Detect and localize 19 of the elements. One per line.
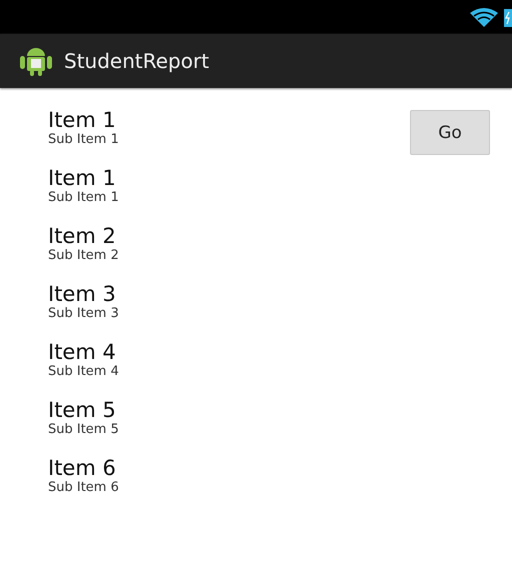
item-title: Item 1 [48,166,117,190]
item-subtitle: Sub Item 6 [48,480,120,496]
item-subtitle: Sub Item 1 [48,190,120,206]
go-button[interactable]: Go [410,110,490,155]
wifi-icon [469,7,499,27]
item-subtitle: Sub Item 2 [48,248,120,264]
item-title: Item 3 [48,282,117,306]
item-title: Item 4 [48,340,117,364]
item-subtitle: Sub Item 4 [48,364,120,380]
item-subtitle: Sub Item 3 [48,306,120,322]
item-title: Item 2 [48,224,117,248]
item-subtitle: Sub Item 5 [48,422,120,438]
app-title: StudentReport [64,49,210,73]
item-title: Item 6 [48,456,117,480]
battery-icon [504,7,512,27]
android-robot-icon [20,46,52,76]
item-subtitle: Sub Item 1 [48,132,120,148]
item-title: Item 1 [48,108,117,132]
item-title: Item 5 [48,398,117,422]
